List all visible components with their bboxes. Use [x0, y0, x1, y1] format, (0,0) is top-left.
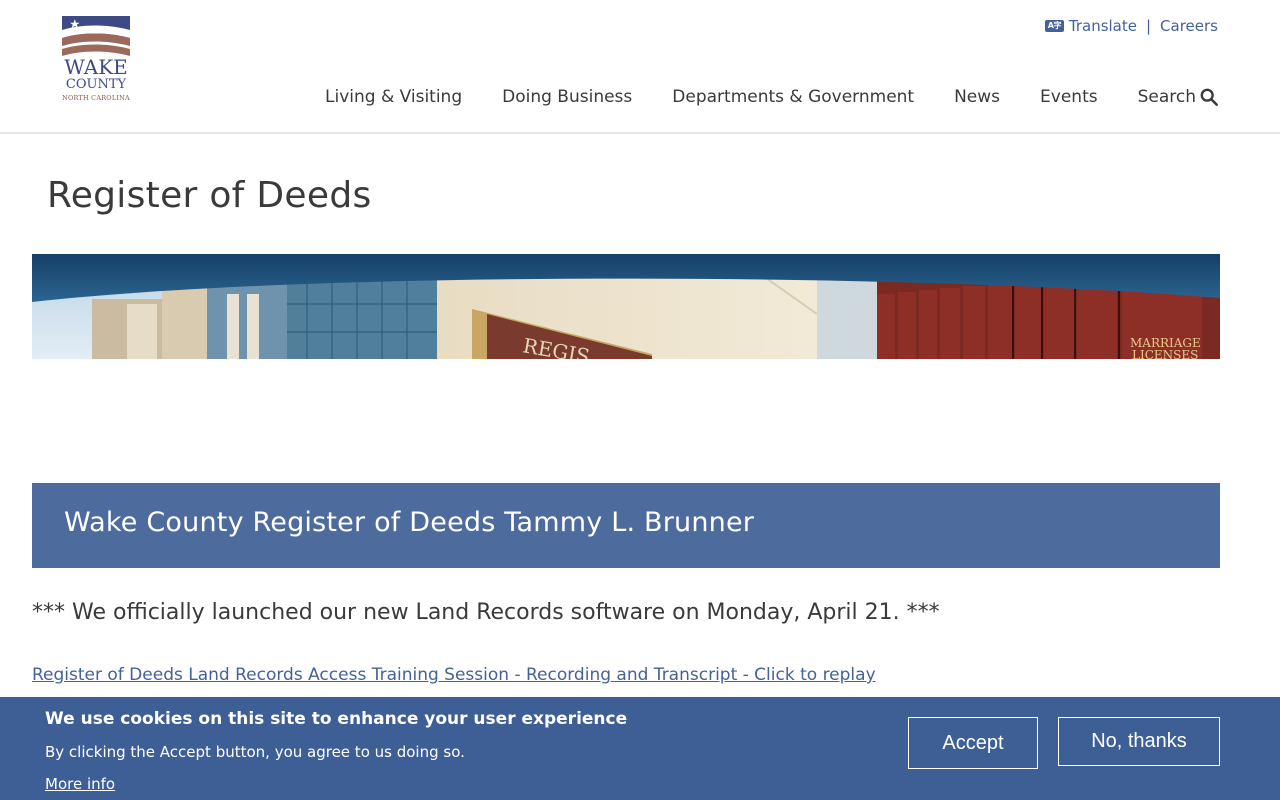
- accept-button[interactable]: Accept: [908, 717, 1038, 769]
- banner-image: REGIS MARRIAGE LICENSES: [32, 254, 1220, 359]
- cookie-consent-bar: We use cookies on this site to enhance y…: [0, 697, 1280, 800]
- nav-news[interactable]: News: [954, 87, 1000, 107]
- main-nav: Living & Visiting Doing Business Departm…: [325, 87, 1218, 107]
- announcement-text: *** We officially launched our new Land …: [32, 600, 940, 625]
- cookie-more-info-link[interactable]: More info: [45, 775, 115, 793]
- nav-living-visiting[interactable]: Living & Visiting: [325, 87, 462, 107]
- nav-events[interactable]: Events: [1040, 87, 1098, 107]
- cookie-text: By clicking the Accept button, you agree…: [45, 743, 465, 761]
- utility-nav: A字 Translate | Careers: [1044, 17, 1218, 35]
- banner-book-label-2: LICENSES: [1132, 348, 1198, 359]
- logo-text-county: COUNTY: [65, 77, 127, 92]
- utility-separator: |: [1145, 17, 1152, 35]
- section-heading: Wake County Register of Deeds Tammy L. B…: [64, 507, 755, 538]
- wake-county-logo[interactable]: WAKE COUNTY NORTH CAROLINA: [60, 14, 132, 106]
- translate-icon: A字: [1044, 20, 1064, 32]
- search-icon: [1200, 88, 1218, 106]
- search-label: Search: [1137, 87, 1196, 107]
- logo-text-state: NORTH CAROLINA: [62, 94, 130, 102]
- nav-doing-business[interactable]: Doing Business: [502, 87, 632, 107]
- page-title: Register of Deeds: [47, 175, 372, 216]
- search-button[interactable]: Search: [1138, 87, 1218, 107]
- decline-button[interactable]: No, thanks: [1058, 717, 1220, 766]
- translate-link[interactable]: A字 Translate: [1044, 17, 1137, 35]
- section-header: Wake County Register of Deeds Tammy L. B…: [32, 483, 1220, 568]
- careers-link[interactable]: Careers: [1160, 17, 1218, 35]
- translate-label: Translate: [1068, 17, 1137, 35]
- training-replay-link[interactable]: Register of Deeds Land Records Access Tr…: [32, 665, 876, 685]
- logo-text-wake: WAKE: [64, 55, 128, 79]
- site-header: WAKE COUNTY NORTH CAROLINA A字 Translate …: [0, 0, 1280, 134]
- flag-icon: [62, 16, 130, 56]
- cookie-title: We use cookies on this site to enhance y…: [45, 709, 628, 729]
- nav-departments-government[interactable]: Departments & Government: [672, 87, 914, 107]
